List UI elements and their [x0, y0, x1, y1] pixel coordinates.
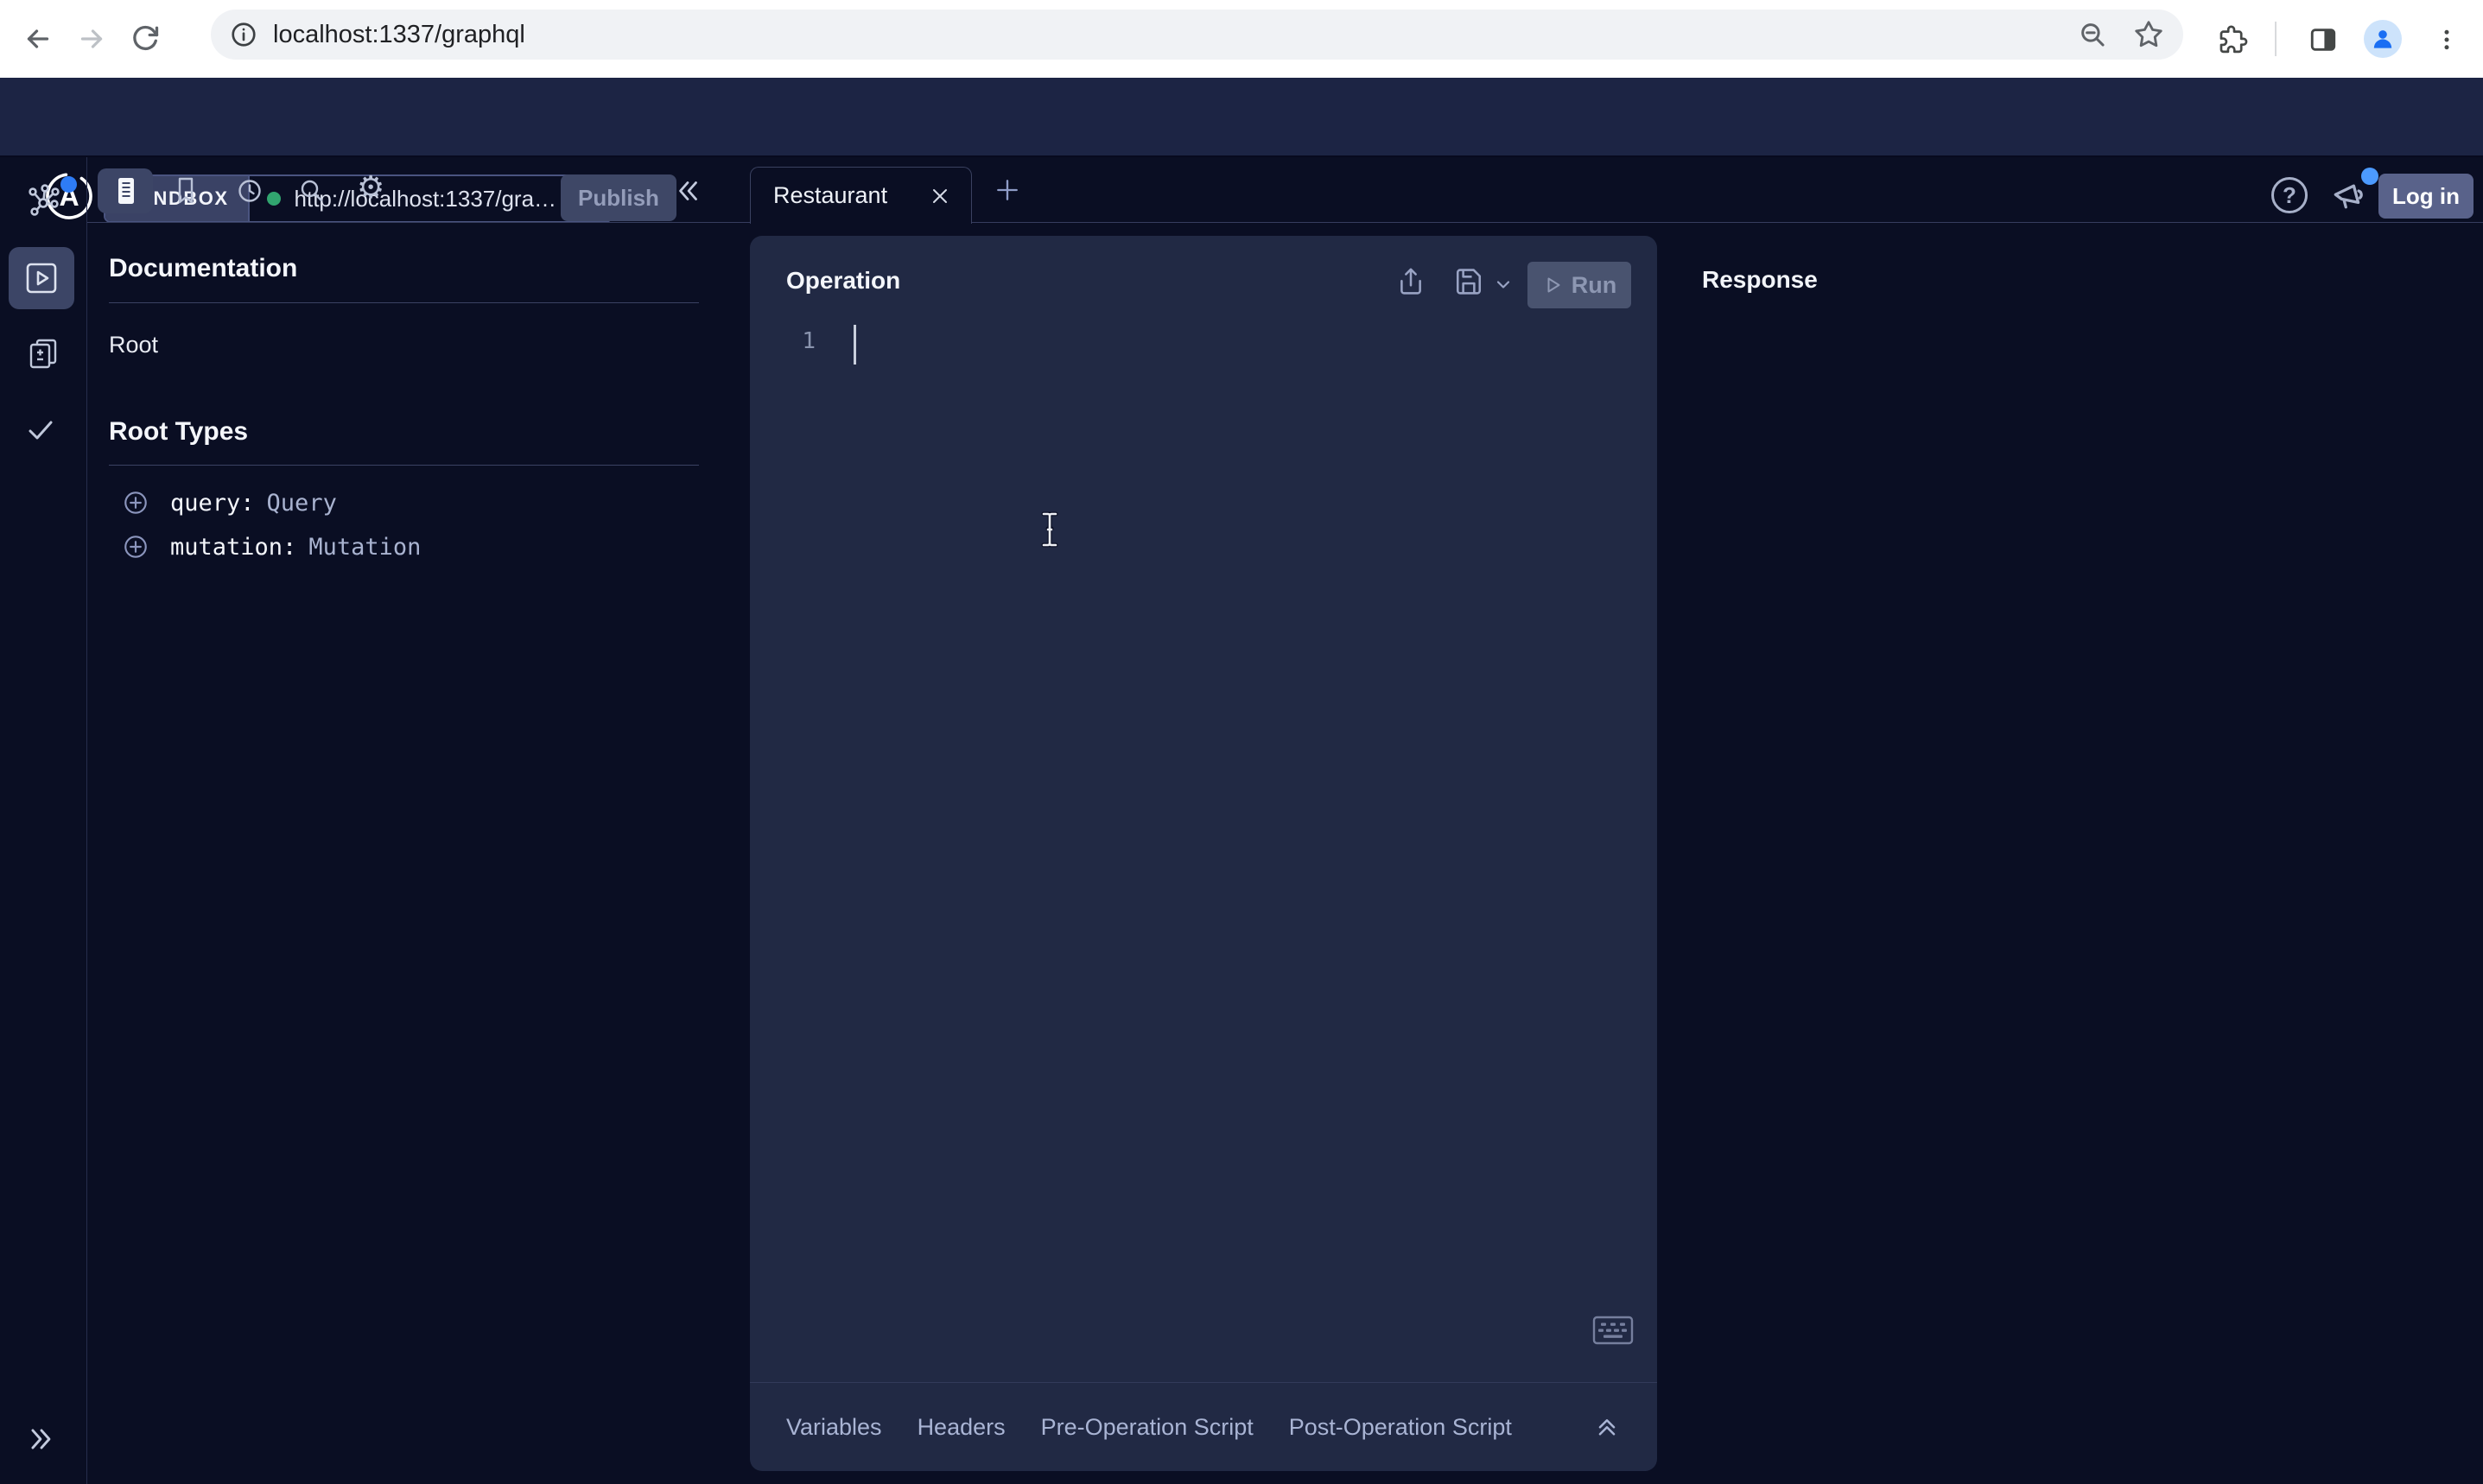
operation-panel: Operation Run — [750, 236, 1657, 1471]
checks-icon[interactable] — [23, 413, 58, 447]
expand-bottom-panel-icon[interactable] — [1593, 1411, 1621, 1439]
workspace-header-divider — [87, 222, 2483, 223]
collapse-doc-panel-icon[interactable] — [672, 175, 703, 206]
search-icon[interactable] — [296, 175, 327, 206]
share-operation-icon[interactable] — [1396, 267, 1426, 296]
add-mutation-field-icon[interactable] — [122, 533, 149, 561]
pre-operation-script-tab[interactable]: Pre-Operation Script — [1041, 1414, 1254, 1441]
editor-caret — [854, 325, 856, 365]
connection-status-dot — [267, 192, 281, 206]
publish-label: Publish — [578, 185, 659, 212]
operation-bottom-bar: Variables Headers Pre-Operation Script P… — [750, 1382, 1657, 1471]
help-button[interactable]: ? — [2271, 177, 2308, 213]
root-type-row-query: query: Query — [122, 489, 337, 517]
doc-divider — [109, 302, 699, 303]
run-button[interactable]: Run — [1527, 262, 1631, 308]
browser-reload-icon[interactable] — [130, 23, 161, 54]
address-bar[interactable]: localhost:1337/graphql — [211, 10, 2183, 60]
saved-operations-bookmark-icon[interactable] — [171, 175, 200, 206]
browser-menu-icon[interactable] — [2434, 25, 2460, 54]
schema-graph-icon[interactable] — [25, 183, 61, 219]
save-operation-icon[interactable] — [1454, 267, 1483, 296]
run-label: Run — [1572, 272, 1616, 299]
login-button[interactable]: Log in — [2378, 174, 2473, 219]
bookmark-star-icon[interactable] — [2133, 19, 2164, 50]
variables-tab[interactable]: Variables — [786, 1414, 882, 1441]
help-glyph: ? — [2283, 182, 2296, 209]
save-options-chevron-down-icon[interactable] — [1493, 274, 1514, 295]
doc-root-item[interactable]: Root — [109, 332, 158, 358]
keyboard-shortcuts-icon[interactable] — [1592, 1316, 1634, 1345]
apollo-toolbar: A SANDBOX http://localhost:1337/gra… ⚙ P… — [0, 78, 2483, 157]
operation-title: Operation — [786, 267, 900, 295]
mutation-field-label: mutation: — [170, 534, 296, 561]
operation-editor[interactable] — [750, 547, 1657, 1367]
browser-profile-avatar[interactable] — [2364, 20, 2402, 58]
zoom-out-icon[interactable] — [2078, 20, 2107, 49]
url-text: localhost:1337/graphql — [273, 21, 2052, 49]
apollo-sandbox-app: localhost:1337/graphql A SANDBOX http://… — [0, 0, 2483, 1484]
profile-person-icon — [2368, 24, 2397, 54]
expand-sidebar-icon[interactable] — [25, 1423, 58, 1455]
browser-back-icon[interactable] — [22, 23, 54, 54]
site-info-icon[interactable] — [230, 21, 257, 48]
announcements-notification-dot — [2361, 168, 2378, 185]
add-query-field-icon[interactable] — [122, 489, 149, 517]
doc-panel-title: Documentation — [109, 254, 297, 283]
publish-button[interactable]: Publish — [561, 174, 676, 221]
mutation-type-link[interactable]: Mutation — [308, 534, 421, 561]
browser-toolbar: localhost:1337/graphql — [0, 0, 2483, 78]
root-types-title: Root Types — [109, 417, 248, 447]
browser-forward-icon[interactable] — [76, 23, 107, 54]
schema-notification-dot — [60, 176, 77, 193]
announcements-megaphone-icon[interactable] — [2329, 178, 2367, 216]
explorer-play-icon[interactable] — [24, 261, 59, 295]
endpoint-url: http://localhost:1337/gra… — [295, 186, 557, 212]
side-panel-icon[interactable] — [2308, 25, 2338, 54]
response-title: Response — [1702, 266, 1818, 294]
query-type-link[interactable]: Query — [267, 490, 337, 517]
history-clock-icon[interactable] — [234, 175, 265, 206]
side-nav — [0, 157, 87, 1484]
operation-tab-restaurant[interactable]: Restaurant — [750, 167, 972, 224]
new-tab-icon[interactable] — [994, 177, 1020, 203]
close-tab-icon[interactable] — [928, 184, 952, 208]
run-play-icon — [1542, 275, 1563, 295]
toolbar-divider — [2275, 22, 2277, 56]
post-operation-script-tab[interactable]: Post-Operation Script — [1289, 1414, 1512, 1441]
ibeam-mouse-cursor — [1039, 511, 1060, 548]
headers-tab[interactable]: Headers — [918, 1414, 1006, 1441]
root-types-divider — [109, 465, 699, 466]
root-type-row-mutation: mutation: Mutation — [122, 533, 421, 561]
editor-line-number: 1 — [793, 328, 816, 354]
extensions-icon[interactable] — [2219, 25, 2248, 54]
login-label: Log in — [2392, 183, 2460, 210]
changelog-docs-icon[interactable] — [26, 336, 60, 371]
documentation-icon[interactable] — [111, 175, 141, 206]
explorer-settings-gear-icon[interactable]: ⚙ — [357, 173, 384, 204]
query-field-label: query: — [170, 490, 255, 517]
tab-label: Restaurant — [773, 182, 928, 209]
